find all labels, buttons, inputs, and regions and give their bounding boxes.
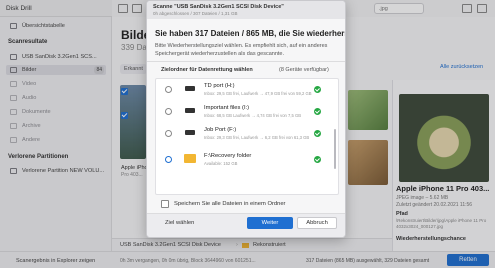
target-name: TD port (H:) bbox=[204, 83, 235, 89]
single-folder-checkbox[interactable] bbox=[161, 200, 169, 208]
radio-button[interactable] bbox=[165, 156, 172, 163]
target-list: TD port (H:) Inbox: 29,5 GB frei, Laufwe… bbox=[155, 78, 339, 195]
target-row-recovery-folder[interactable]: F:\Recovery folder Available: 152 GB bbox=[156, 149, 332, 171]
drive-icon bbox=[185, 86, 195, 91]
check-circle-icon bbox=[314, 108, 321, 115]
check-circle-icon bbox=[314, 86, 321, 93]
dialog-scan-status: 0h abgeschlossen / 307 Dateien / 1,31 GB bbox=[153, 11, 238, 16]
radio-button[interactable] bbox=[165, 130, 172, 137]
dialog-scan-title: Scanne "USB SanDisk 3.2Gen1 SCSI Disk De… bbox=[153, 4, 284, 10]
cancel-button[interactable]: Abbruch bbox=[297, 217, 337, 229]
target-count: (8 Geräte verfügbar) bbox=[279, 67, 329, 73]
target-row-f[interactable]: Job Port (F:) Inbox: 29,3 GB frei, Laufw… bbox=[156, 123, 332, 145]
target-name: Job Port (F:) bbox=[204, 127, 237, 133]
target-row-i[interactable]: Important files (I:) Inbox: 68,5 GB Lauf… bbox=[156, 101, 332, 123]
recovery-target-dialog: Scanne "USB SanDisk 3.2Gen1 SCSI Disk De… bbox=[146, 0, 346, 238]
dialog-description: Bitte Wiederherstellungsziel wählen. Es … bbox=[155, 43, 328, 57]
dialog-heading: Sie haben 317 Dateien / 865 MB, die Sie … bbox=[155, 29, 346, 38]
radio-button[interactable] bbox=[165, 86, 172, 93]
drive-icon bbox=[185, 130, 195, 135]
target-name: F:\Recovery folder bbox=[204, 153, 252, 159]
target-list-heading: Zielordner für Datenrettung wählen bbox=[161, 67, 253, 73]
target-space: Inbox: 29,5 GB frei, Laufwerk → 47,9 GB … bbox=[204, 91, 312, 96]
target-space: Available: 152 GB bbox=[204, 161, 238, 166]
target-space: Inbox: 29,3 GB frei, Laufwerk → 6,2 GB f… bbox=[204, 135, 310, 140]
target-name: Important files (I:) bbox=[204, 105, 250, 111]
next-button[interactable]: Weiter bbox=[247, 217, 293, 229]
divider bbox=[147, 61, 345, 62]
choose-target-button[interactable]: Ziel wählen bbox=[165, 220, 194, 226]
check-circle-icon bbox=[314, 156, 321, 163]
single-folder-label: Speichern Sie alle Dateien in einem Ordn… bbox=[174, 201, 286, 207]
target-space: Inbox: 68,5 GB Laufwerk → 4,74 GB frei v… bbox=[204, 113, 302, 118]
dialog-header: Scanne "USB SanDisk 3.2Gen1 SCSI Disk De… bbox=[147, 1, 345, 19]
check-circle-icon bbox=[314, 130, 321, 137]
target-row-h[interactable]: TD port (H:) Inbox: 29,5 GB frei, Laufwe… bbox=[156, 79, 332, 101]
drive-icon bbox=[185, 108, 195, 113]
scrollbar[interactable] bbox=[334, 129, 336, 169]
radio-button[interactable] bbox=[165, 108, 172, 115]
folder-icon bbox=[184, 154, 196, 163]
